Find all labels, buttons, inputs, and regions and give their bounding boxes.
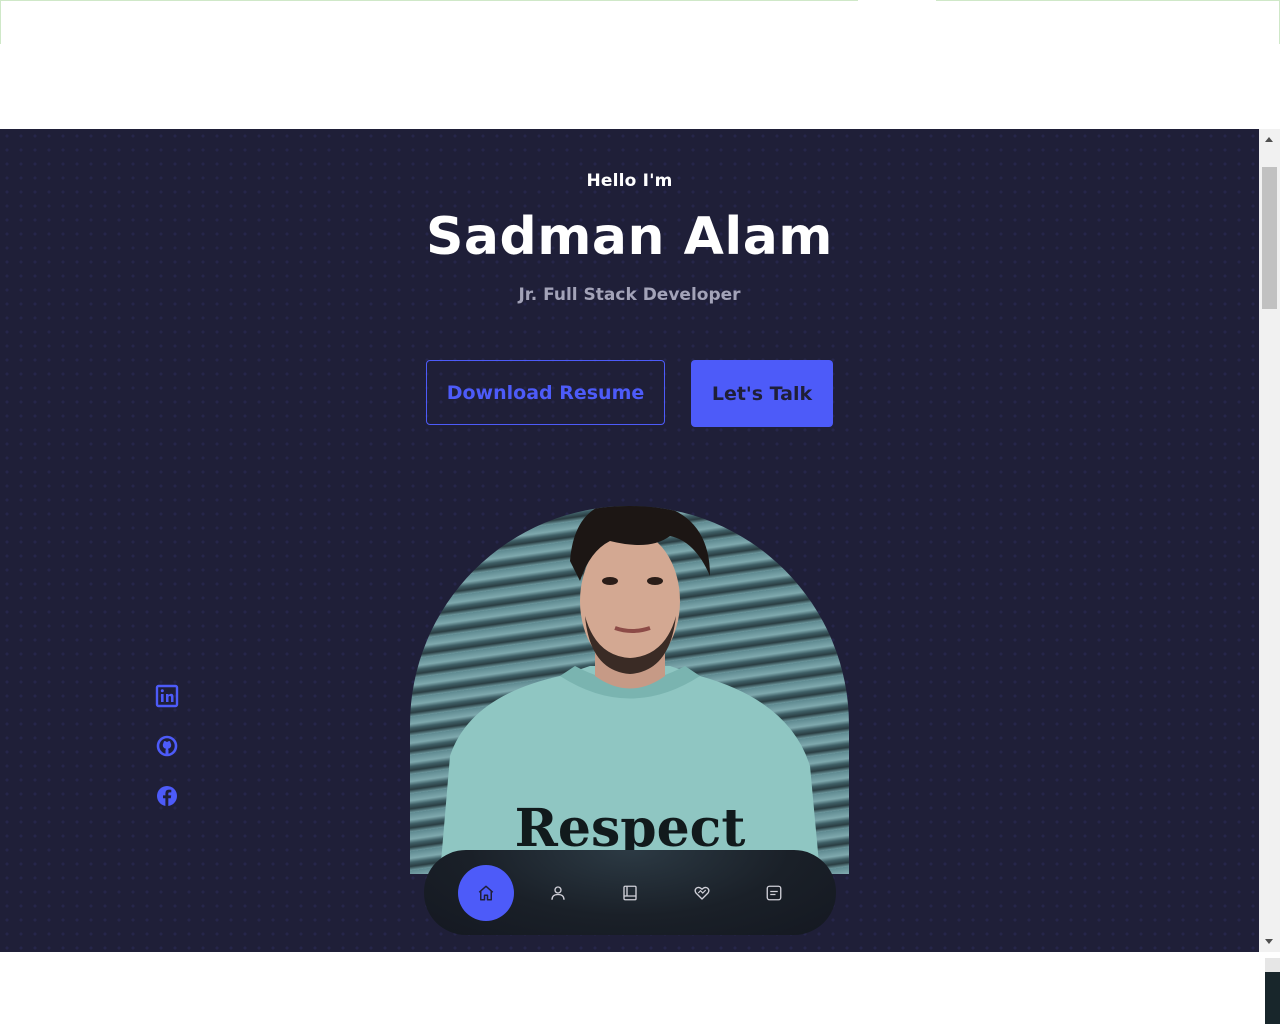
greeting-text: Hello I'm (586, 171, 673, 191)
linkedin-icon[interactable] (155, 684, 179, 708)
hero-section: Hello I'm Sadman Alam Jr. Full Stack Dev… (0, 129, 1259, 952)
nav-home[interactable] (458, 865, 514, 921)
browser-top-strip (0, 0, 1280, 44)
nav-experience[interactable] (602, 865, 658, 921)
message-icon (766, 885, 782, 901)
book-icon (623, 885, 637, 901)
hero-role: Jr. Full Stack Developer (518, 285, 741, 305)
lets-talk-button[interactable]: Let's Talk (691, 360, 833, 427)
services-icon (694, 886, 710, 900)
scroll-up-arrow-icon[interactable] (1265, 137, 1273, 142)
home-icon (478, 885, 494, 901)
nav-about[interactable] (530, 865, 586, 921)
top-edge-left (0, 0, 1, 44)
bottom-navigation (424, 850, 836, 935)
profile-portrait: Respect (410, 506, 849, 874)
corner-panel-light (1265, 958, 1280, 972)
user-icon (551, 886, 565, 900)
top-border-left (0, 0, 858, 1)
nav-contact[interactable] (746, 865, 802, 921)
vertical-scrollbar[interactable] (1259, 129, 1280, 952)
scroll-down-arrow-icon[interactable] (1265, 939, 1273, 944)
scrollbar-thumb[interactable] (1262, 167, 1277, 309)
corner-panel-dark (1265, 972, 1280, 1024)
hero-name: Sadman Alam (425, 207, 833, 267)
nav-services[interactable] (674, 865, 730, 921)
top-border-right (936, 0, 1280, 1)
github-icon[interactable] (155, 734, 179, 758)
download-resume-button[interactable]: Download Resume (426, 360, 665, 425)
portrait-illustration: Respect (440, 506, 820, 874)
facebook-icon[interactable] (155, 784, 179, 808)
